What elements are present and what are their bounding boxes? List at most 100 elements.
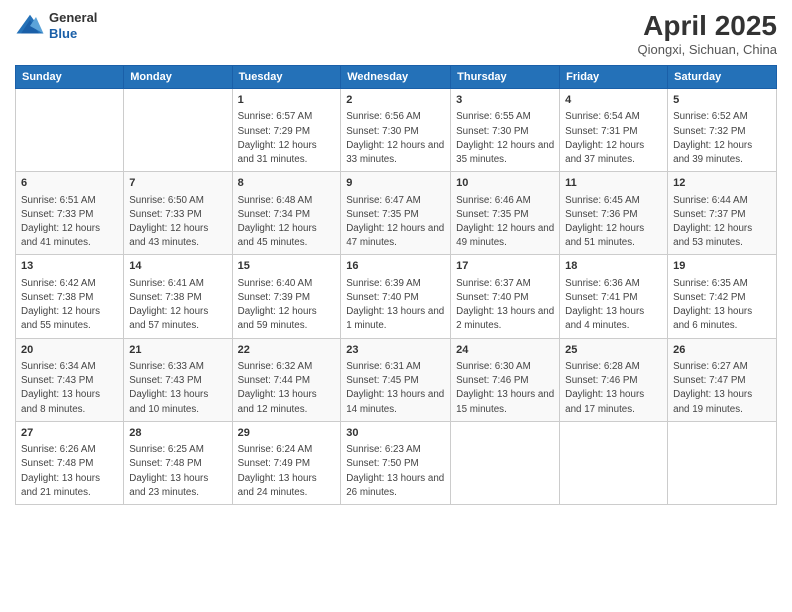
calendar-day-cell: 26 Sunrise: 6:27 AMSunset: 7:47 PMDayligh… (668, 338, 777, 421)
calendar-day-cell: 4 Sunrise: 6:54 AMSunset: 7:31 PMDaylight… (560, 89, 668, 172)
day-number: 12 (673, 176, 771, 191)
day-info: Sunrise: 6:30 AMSunset: 7:46 PMDaylight:… (456, 360, 554, 417)
calendar-day-cell: 9 Sunrise: 6:47 AMSunset: 7:35 PMDaylight… (341, 172, 451, 255)
day-info: Sunrise: 6:46 AMSunset: 7:35 PMDaylight:… (456, 194, 554, 251)
day-info: Sunrise: 6:54 AMSunset: 7:31 PMDaylight:… (565, 110, 662, 167)
day-info: Sunrise: 6:23 AMSunset: 7:50 PMDaylight:… (346, 443, 445, 500)
day-number: 7 (129, 176, 226, 191)
calendar-day-cell: 17Sunrise: 6:37 AMSunset: 7:40 PMDayligh… (451, 255, 560, 338)
logo: General Blue (15, 10, 97, 41)
day-number: 26 (673, 343, 771, 358)
calendar-day-cell (560, 421, 668, 504)
col-monday: Monday (124, 66, 232, 89)
day-info: Sunrise: 6:47 AMSunset: 7:35 PMDaylight:… (346, 194, 445, 251)
day-info: Sunrise: 6:41 AMSunset: 7:38 PMDaylight:… (129, 277, 226, 334)
day-info: Sunrise: 6:34 AMSunset: 7:43 PMDaylight:… (21, 360, 118, 417)
title-block: April 2025 Qiongxi, Sichuan, China (638, 10, 777, 57)
day-number: 9 (346, 176, 445, 191)
calendar-day-cell: 11 Sunrise: 6:45 AMSunset: 7:36 PMDayligh… (560, 172, 668, 255)
day-info: Sunrise: 6:51 AMSunset: 7:33 PMDaylight:… (21, 194, 118, 251)
day-number: 11 (565, 176, 662, 191)
day-info: Sunrise: 6:44 AMSunset: 7:37 PMDaylight:… (673, 194, 771, 251)
day-info: Sunrise: 6:57 AMSunset: 7:29 PMDaylight:… (238, 110, 336, 167)
day-info: Sunrise: 6:52 AMSunset: 7:32 PMDaylight:… (673, 110, 771, 167)
day-number: 29 (238, 426, 336, 441)
col-thursday: Thursday (451, 66, 560, 89)
calendar-day-cell (668, 421, 777, 504)
logo-icon (15, 11, 45, 41)
day-info: Sunrise: 6:40 AMSunset: 7:39 PMDaylight:… (238, 277, 336, 334)
day-number: 3 (456, 93, 554, 108)
day-info: Sunrise: 6:36 AMSunset: 7:41 PMDaylight:… (565, 277, 662, 334)
day-info: Sunrise: 6:35 AMSunset: 7:42 PMDaylight:… (673, 277, 771, 334)
day-number: 19 (673, 259, 771, 274)
calendar-day-cell: 24 Sunrise: 6:30 AMSunset: 7:46 PMDayligh… (451, 338, 560, 421)
calendar-day-cell: 21 Sunrise: 6:33 AMSunset: 7:43 PMDayligh… (124, 338, 232, 421)
calendar-day-cell: 8 Sunrise: 6:48 AMSunset: 7:34 PMDaylight… (232, 172, 341, 255)
day-info: Sunrise: 6:28 AMSunset: 7:46 PMDaylight:… (565, 360, 662, 417)
day-number: 22 (238, 343, 336, 358)
day-number: 4 (565, 93, 662, 108)
day-info: Sunrise: 6:39 AMSunset: 7:40 PMDaylight:… (346, 277, 445, 334)
day-info: Sunrise: 6:45 AMSunset: 7:36 PMDaylight:… (565, 194, 662, 251)
calendar-subtitle: Qiongxi, Sichuan, China (638, 42, 777, 57)
day-number: 24 (456, 343, 554, 358)
calendar-day-cell: 14 Sunrise: 6:41 AMSunset: 7:38 PMDayligh… (124, 255, 232, 338)
col-friday: Friday (560, 66, 668, 89)
calendar-day-cell (451, 421, 560, 504)
calendar-day-cell: 5 Sunrise: 6:52 AMSunset: 7:32 PMDaylight… (668, 89, 777, 172)
day-info: Sunrise: 6:33 AMSunset: 7:43 PMDaylight:… (129, 360, 226, 417)
day-number: 13 (21, 259, 118, 274)
calendar-day-cell (124, 89, 232, 172)
day-info: Sunrise: 6:42 AMSunset: 7:38 PMDaylight:… (21, 277, 118, 334)
calendar-day-cell: 25 Sunrise: 6:28 AMSunset: 7:46 PMDayligh… (560, 338, 668, 421)
day-number: 17 (456, 259, 554, 274)
day-number: 2 (346, 93, 445, 108)
calendar-day-cell: 10 Sunrise: 6:46 AMSunset: 7:35 PMDayligh… (451, 172, 560, 255)
calendar-day-cell: 28Sunrise: 6:25 AMSunset: 7:48 PMDayligh… (124, 421, 232, 504)
day-number: 30 (346, 426, 445, 441)
day-info: Sunrise: 6:32 AMSunset: 7:44 PMDaylight:… (238, 360, 336, 417)
calendar-week-row: 6Sunrise: 6:51 AMSunset: 7:33 PMDaylight… (16, 172, 777, 255)
calendar-day-cell (16, 89, 124, 172)
day-number: 8 (238, 176, 336, 191)
calendar-week-row: 20 Sunrise: 6:34 AMSunset: 7:43 PMDayligh… (16, 338, 777, 421)
day-number: 23 (346, 343, 445, 358)
logo-general: General (49, 10, 97, 26)
col-tuesday: Tuesday (232, 66, 341, 89)
page: General Blue April 2025 Qiongxi, Sichuan… (0, 0, 792, 612)
day-number: 1 (238, 93, 336, 108)
day-number: 25 (565, 343, 662, 358)
day-number: 5 (673, 93, 771, 108)
calendar-title: April 2025 (638, 10, 777, 42)
day-info: Sunrise: 6:24 AMSunset: 7:49 PMDaylight:… (238, 443, 336, 500)
calendar-day-cell: 16Sunrise: 6:39 AMSunset: 7:40 PMDayligh… (341, 255, 451, 338)
day-info: Sunrise: 6:48 AMSunset: 7:34 PMDaylight:… (238, 194, 336, 251)
day-info: Sunrise: 6:27 AMSunset: 7:47 PMDaylight:… (673, 360, 771, 417)
logo-blue: Blue (49, 26, 97, 42)
calendar-day-cell: 13 Sunrise: 6:42 AMSunset: 7:38 PMDayligh… (16, 255, 124, 338)
day-info: Sunrise: 6:55 AMSunset: 7:30 PMDaylight:… (456, 110, 554, 167)
header: General Blue April 2025 Qiongxi, Sichuan… (15, 10, 777, 57)
day-number: 14 (129, 259, 226, 274)
calendar-day-cell: 23Sunrise: 6:31 AMSunset: 7:45 PMDayligh… (341, 338, 451, 421)
day-info: Sunrise: 6:50 AMSunset: 7:33 PMDaylight:… (129, 194, 226, 251)
day-number: 27 (21, 426, 118, 441)
logo-text: General Blue (49, 10, 97, 41)
calendar-day-cell: 19 Sunrise: 6:35 AMSunset: 7:42 PMDayligh… (668, 255, 777, 338)
calendar-header-row: Sunday Monday Tuesday Wednesday Thursday… (16, 66, 777, 89)
calendar-day-cell: 22 Sunrise: 6:32 AMSunset: 7:44 PMDayligh… (232, 338, 341, 421)
calendar-day-cell: 12 Sunrise: 6:44 AMSunset: 7:37 PMDayligh… (668, 172, 777, 255)
calendar-day-cell: 30 Sunrise: 6:23 AMSunset: 7:50 PMDayligh… (341, 421, 451, 504)
calendar-day-cell: 27Sunrise: 6:26 AMSunset: 7:48 PMDayligh… (16, 421, 124, 504)
day-number: 10 (456, 176, 554, 191)
calendar-week-row: 27Sunrise: 6:26 AMSunset: 7:48 PMDayligh… (16, 421, 777, 504)
day-info: Sunrise: 6:56 AMSunset: 7:30 PMDaylight:… (346, 110, 445, 167)
day-number: 21 (129, 343, 226, 358)
calendar-table: Sunday Monday Tuesday Wednesday Thursday… (15, 65, 777, 505)
calendar-day-cell: 29 Sunrise: 6:24 AMSunset: 7:49 PMDayligh… (232, 421, 341, 504)
col-saturday: Saturday (668, 66, 777, 89)
calendar-day-cell: 20 Sunrise: 6:34 AMSunset: 7:43 PMDayligh… (16, 338, 124, 421)
calendar-week-row: 13 Sunrise: 6:42 AMSunset: 7:38 PMDayligh… (16, 255, 777, 338)
day-number: 20 (21, 343, 118, 358)
